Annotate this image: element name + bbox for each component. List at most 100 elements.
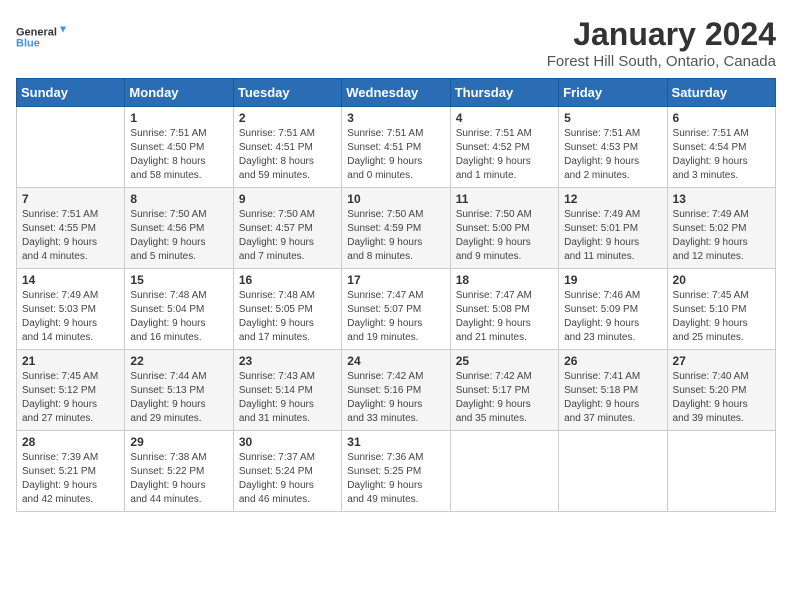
day-detail: Sunrise: 7:49 AMSunset: 5:03 PMDaylight:… — [22, 289, 119, 345]
cal-cell-w1-d4: 11 Sunrise: 7:50 AMSunset: 5:00 PMDayligh… — [450, 188, 558, 269]
cal-cell-w2-d3: 17 Sunrise: 7:47 AMSunset: 5:07 PMDayligh… — [342, 269, 450, 350]
cal-cell-w1-d1: 8Sunrise: 7:50 AMSunset: 4:56 PMDaylight… — [125, 188, 233, 269]
day-number: 23 — [239, 354, 336, 368]
day-detail: Sunrise: 7:47 AMSunset: 5:08 PMDaylight:… — [456, 289, 553, 345]
day-detail: Sunrise: 7:44 AMSunset: 5:13 PMDaylight:… — [130, 370, 227, 426]
day-detail: Sunrise: 7:51 AMSunset: 4:55 PMDaylight:… — [22, 208, 119, 264]
day-number: 31 — [347, 435, 444, 449]
day-detail: Sunrise: 7:46 AMSunset: 5:09 PMDaylight:… — [564, 289, 661, 345]
day-detail: Sunrise: 7:47 AMSunset: 5:07 PMDaylight:… — [347, 289, 444, 345]
day-detail: Sunrise: 7:50 AMSunset: 4:57 PMDaylight:… — [239, 208, 336, 264]
cal-cell-w1-d0: 7 Sunrise: 7:51 AMSunset: 4:55 PMDaylight… — [17, 188, 125, 269]
cal-cell-w3-d1: 22 Sunrise: 7:44 AMSunset: 5:13 PMDayligh… — [125, 350, 233, 431]
day-detail: Sunrise: 7:51 AMSunset: 4:54 PMDaylight:… — [673, 127, 770, 183]
cal-cell-w4-d1: 29 Sunrise: 7:38 AMSunset: 5:22 PMDayligh… — [125, 431, 233, 512]
cal-cell-w1-d3: 10 Sunrise: 7:50 AMSunset: 4:59 PMDayligh… — [342, 188, 450, 269]
header-wednesday: Wednesday — [342, 79, 450, 107]
header-friday: Friday — [559, 79, 667, 107]
cal-cell-w3-d3: 24 Sunrise: 7:42 AMSunset: 5:16 PMDayligh… — [342, 350, 450, 431]
day-number: 2 — [239, 111, 336, 125]
logo-svg: General Blue — [16, 16, 66, 58]
day-detail: Sunrise: 7:51 AMSunset: 4:51 PMDaylight:… — [347, 127, 444, 183]
day-detail: Sunrise: 7:48 AMSunset: 5:04 PMDaylight:… — [130, 289, 227, 345]
header-sunday: Sunday — [17, 79, 125, 107]
calendar-subtitle: Forest Hill South, Ontario, Canada — [547, 53, 776, 70]
cal-cell-w3-d6: 27 Sunrise: 7:40 AMSunset: 5:20 PMDayligh… — [667, 350, 775, 431]
day-detail: Sunrise: 7:51 AMSunset: 4:53 PMDaylight:… — [564, 127, 661, 183]
header-thursday: Thursday — [450, 79, 558, 107]
day-detail: Sunrise: 7:51 AMSunset: 4:52 PMDaylight:… — [456, 127, 553, 183]
day-number: 1 — [130, 111, 227, 125]
day-detail: Sunrise: 7:42 AMSunset: 5:16 PMDaylight:… — [347, 370, 444, 426]
header-monday: Monday — [125, 79, 233, 107]
cal-cell-w2-d5: 19Sunrise: 7:46 AMSunset: 5:09 PMDayligh… — [559, 269, 667, 350]
cal-cell-w0-d5: 5 Sunrise: 7:51 AMSunset: 4:53 PMDaylight… — [559, 107, 667, 188]
day-detail: Sunrise: 7:36 AMSunset: 5:25 PMDaylight:… — [347, 451, 444, 507]
day-detail: Sunrise: 7:49 AMSunset: 5:02 PMDaylight:… — [673, 208, 770, 264]
day-detail: Sunrise: 7:40 AMSunset: 5:20 PMDaylight:… — [673, 370, 770, 426]
cal-cell-w2-d2: 16 Sunrise: 7:48 AMSunset: 5:05 PMDayligh… — [233, 269, 341, 350]
cal-cell-w0-d6: 6 Sunrise: 7:51 AMSunset: 4:54 PMDaylight… — [667, 107, 775, 188]
cal-cell-w2-d4: 18 Sunrise: 7:47 AMSunset: 5:08 PMDayligh… — [450, 269, 558, 350]
cal-cell-w3-d0: 21 Sunrise: 7:45 AMSunset: 5:12 PMDayligh… — [17, 350, 125, 431]
cal-cell-w1-d5: 12Sunrise: 7:49 AMSunset: 5:01 PMDayligh… — [559, 188, 667, 269]
day-number: 18 — [456, 273, 553, 287]
day-number: 15 — [130, 273, 227, 287]
cal-cell-w2-d0: 14 Sunrise: 7:49 AMSunset: 5:03 PMDayligh… — [17, 269, 125, 350]
day-number: 4 — [456, 111, 553, 125]
day-detail: Sunrise: 7:49 AMSunset: 5:01 PMDaylight:… — [564, 208, 661, 264]
cal-cell-w4-d0: 28 Sunrise: 7:39 AMSunset: 5:21 PMDayligh… — [17, 431, 125, 512]
cal-cell-w4-d5 — [559, 431, 667, 512]
cal-cell-w0-d3: 3Sunrise: 7:51 AMSunset: 4:51 PMDaylight… — [342, 107, 450, 188]
day-detail: Sunrise: 7:39 AMSunset: 5:21 PMDaylight:… — [22, 451, 119, 507]
day-number: 25 — [456, 354, 553, 368]
header-tuesday: Tuesday — [233, 79, 341, 107]
day-number: 26 — [564, 354, 661, 368]
day-number: 28 — [22, 435, 119, 449]
day-detail: Sunrise: 7:43 AMSunset: 5:14 PMDaylight:… — [239, 370, 336, 426]
calendar-table: SundayMondayTuesdayWednesdayThursdayFrid… — [16, 78, 776, 512]
cal-cell-w4-d3: 31 Sunrise: 7:36 AMSunset: 5:25 PMDayligh… — [342, 431, 450, 512]
day-detail: Sunrise: 7:48 AMSunset: 5:05 PMDaylight:… — [239, 289, 336, 345]
day-number: 21 — [22, 354, 119, 368]
cal-cell-w1-d6: 13 Sunrise: 7:49 AMSunset: 5:02 PMDayligh… — [667, 188, 775, 269]
day-number: 27 — [673, 354, 770, 368]
day-detail: Sunrise: 7:51 AMSunset: 4:50 PMDaylight:… — [130, 127, 227, 183]
cal-cell-w0-d1: 1 Sunrise: 7:51 AMSunset: 4:50 PMDaylight… — [125, 107, 233, 188]
page-header: General Blue January 2024 Forest Hill So… — [16, 16, 776, 70]
day-number: 22 — [130, 354, 227, 368]
day-number: 11 — [456, 192, 553, 206]
day-number: 17 — [347, 273, 444, 287]
day-detail: Sunrise: 7:50 AMSunset: 5:00 PMDaylight:… — [456, 208, 553, 264]
svg-text:Blue: Blue — [16, 38, 40, 50]
day-number: 7 — [22, 192, 119, 206]
calendar-title: January 2024 — [547, 16, 776, 53]
day-detail: Sunrise: 7:51 AMSunset: 4:51 PMDaylight:… — [239, 127, 336, 183]
day-detail: Sunrise: 7:42 AMSunset: 5:17 PMDaylight:… — [456, 370, 553, 426]
day-detail: Sunrise: 7:50 AMSunset: 4:59 PMDaylight:… — [347, 208, 444, 264]
day-detail: Sunrise: 7:45 AMSunset: 5:12 PMDaylight:… — [22, 370, 119, 426]
day-detail: Sunrise: 7:41 AMSunset: 5:18 PMDaylight:… — [564, 370, 661, 426]
cal-cell-w4-d2: 30Sunrise: 7:37 AMSunset: 5:24 PMDayligh… — [233, 431, 341, 512]
day-detail: Sunrise: 7:37 AMSunset: 5:24 PMDaylight:… — [239, 451, 336, 507]
cal-cell-w1-d2: 9 Sunrise: 7:50 AMSunset: 4:57 PMDaylight… — [233, 188, 341, 269]
day-number: 9 — [239, 192, 336, 206]
cal-cell-w2-d6: 20Sunrise: 7:45 AMSunset: 5:10 PMDayligh… — [667, 269, 775, 350]
day-detail: Sunrise: 7:38 AMSunset: 5:22 PMDaylight:… — [130, 451, 227, 507]
day-number: 8 — [130, 192, 227, 206]
day-number: 24 — [347, 354, 444, 368]
header-saturday: Saturday — [667, 79, 775, 107]
cal-cell-w3-d5: 26 Sunrise: 7:41 AMSunset: 5:18 PMDayligh… — [559, 350, 667, 431]
day-number: 6 — [673, 111, 770, 125]
day-number: 10 — [347, 192, 444, 206]
day-number: 16 — [239, 273, 336, 287]
day-number: 5 — [564, 111, 661, 125]
title-block: January 2024 Forest Hill South, Ontario,… — [547, 16, 776, 70]
day-detail: Sunrise: 7:45 AMSunset: 5:10 PMDaylight:… — [673, 289, 770, 345]
day-number: 13 — [673, 192, 770, 206]
day-number: 29 — [130, 435, 227, 449]
cal-cell-w0-d0 — [17, 107, 125, 188]
day-number: 14 — [22, 273, 119, 287]
logo: General Blue — [16, 16, 66, 58]
cal-cell-w0-d4: 4 Sunrise: 7:51 AMSunset: 4:52 PMDaylight… — [450, 107, 558, 188]
